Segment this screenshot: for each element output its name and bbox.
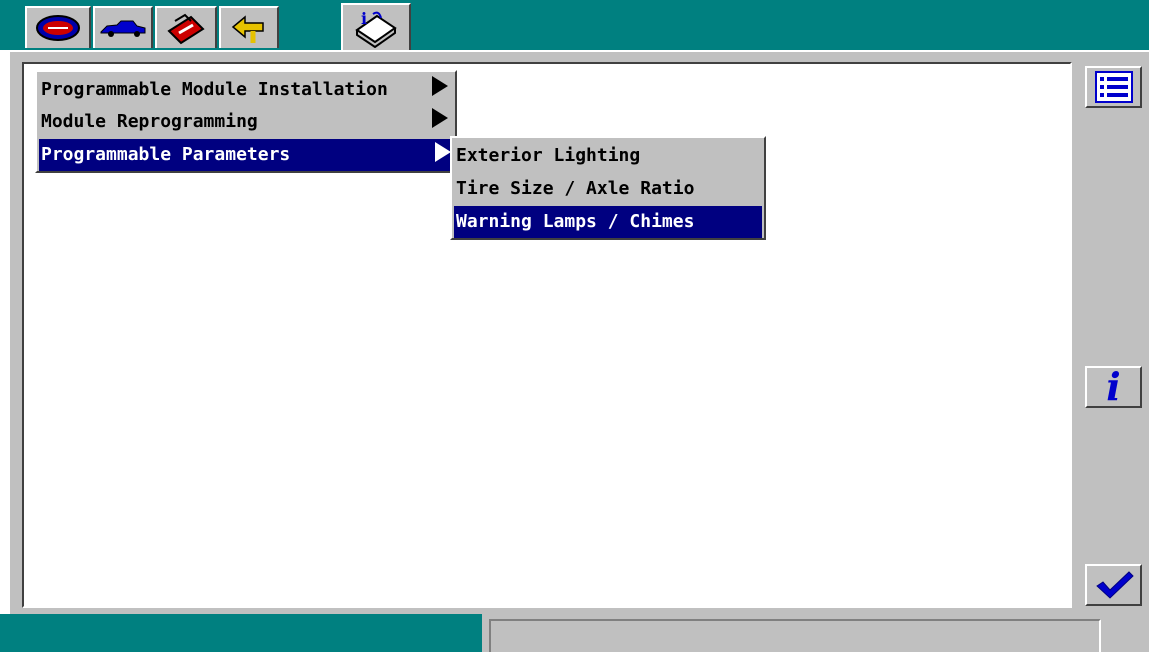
menu-item-label: Programmable Module Installation [41, 79, 388, 100]
logo-badge-icon [36, 15, 80, 41]
info-book-tab[interactable]: i [341, 3, 411, 51]
menu-item-module-reprogramming[interactable]: Module Reprogramming [39, 106, 453, 138]
main-menu: Programmable Module Installation Module … [35, 70, 457, 173]
submenu-item-tire-size-axle-ratio[interactable]: Tire Size / Axle Ratio [454, 173, 762, 205]
list-icon [1094, 71, 1133, 103]
list-button[interactable] [1085, 66, 1142, 108]
ok-button[interactable] [1085, 564, 1142, 606]
menu-item-label: Programmable Parameters [41, 144, 291, 165]
info-book-letter: i [361, 9, 367, 28]
logo-tab[interactable] [25, 6, 91, 48]
info-button[interactable]: i [1085, 366, 1142, 408]
toolbox-icon [167, 13, 205, 45]
toolbox-tab[interactable] [155, 6, 217, 48]
menu-item-programmable-parameters[interactable]: Programmable Parameters [39, 139, 453, 171]
toolbar: i [0, 0, 1149, 51]
submenu-arrow-icon [432, 76, 448, 96]
submenu-item-label: Exterior Lighting [456, 145, 641, 166]
menu-item-label: Module Reprogramming [41, 111, 258, 132]
exit-tab[interactable] [219, 6, 279, 48]
status-bar-teal-region [0, 614, 482, 652]
submenu-item-label: Tire Size / Axle Ratio [456, 178, 695, 199]
checkmark-icon [1095, 571, 1134, 599]
submenu-item-warning-lamps-chimes[interactable]: Warning Lamps / Chimes [454, 206, 762, 238]
vehicle-tab[interactable] [93, 6, 153, 48]
submenu-item-exterior-lighting[interactable]: Exterior Lighting [454, 140, 762, 172]
submenu: Exterior Lighting Tire Size / Axle Ratio… [450, 136, 766, 240]
submenu-item-label: Warning Lamps / Chimes [456, 211, 695, 232]
submenu-arrow-icon [432, 108, 448, 128]
vehicle-icon [100, 20, 146, 37]
submenu-arrow-icon [435, 142, 451, 162]
menu-item-programmable-module-installation[interactable]: Programmable Module Installation [39, 74, 453, 106]
status-field [489, 619, 1101, 652]
info-icon: i [1106, 364, 1121, 409]
exit-arrow-icon [231, 15, 264, 43]
info-book-icon: i [355, 9, 397, 48]
